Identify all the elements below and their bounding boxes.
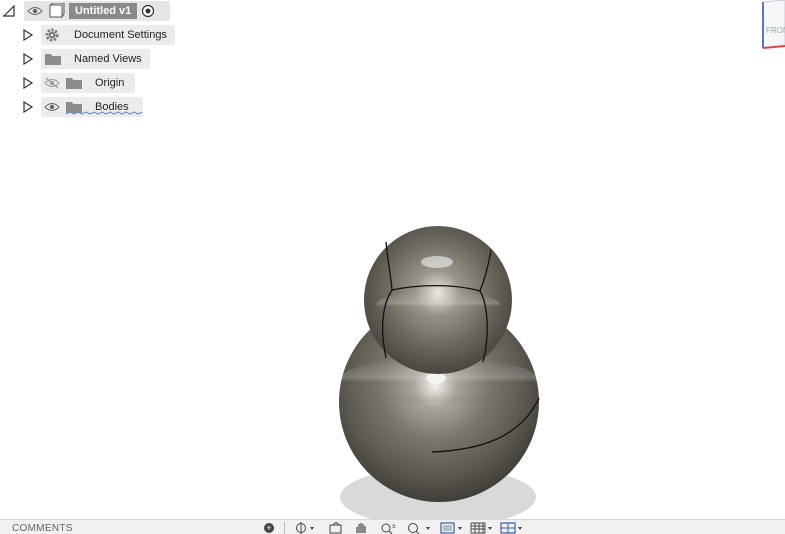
- expand-triangle-icon[interactable]: [22, 53, 34, 65]
- pan-icon[interactable]: [354, 521, 370, 534]
- toolbar-divider: [284, 522, 285, 534]
- viewcube-face-label: FRONT: [766, 26, 785, 35]
- selection-underline-icon: [66, 111, 143, 115]
- document-icon: [47, 3, 65, 19]
- viewcube[interactable]: FRONT: [757, 0, 785, 50]
- viewports-icon[interactable]: [500, 521, 526, 534]
- document-title[interactable]: Untitled v1: [69, 3, 138, 19]
- svg-text:±: ±: [392, 523, 396, 530]
- expand-triangle-icon[interactable]: [22, 77, 34, 89]
- comments-label: COMMENTS: [12, 523, 73, 534]
- eye-hidden-icon[interactable]: [44, 77, 60, 89]
- display-settings-icon[interactable]: [440, 521, 466, 534]
- browser-item-label: Named Views: [74, 53, 142, 65]
- eye-icon[interactable]: [27, 5, 43, 17]
- add-comment-button[interactable]: +: [264, 523, 274, 533]
- body-upper-sphere[interactable]: [364, 226, 512, 374]
- browser-item-label: Origin: [95, 77, 125, 89]
- expand-triangle-icon[interactable]: [22, 29, 34, 41]
- collapse-triangle-icon[interactable]: [3, 5, 15, 17]
- expand-triangle-icon[interactable]: [22, 101, 34, 113]
- browser-item-label: Document Settings: [74, 29, 167, 41]
- folder-icon: [65, 76, 83, 90]
- grid-icon[interactable]: [470, 521, 496, 534]
- folder-icon: [44, 52, 62, 66]
- eye-icon[interactable]: [44, 101, 60, 113]
- fit-icon[interactable]: [406, 521, 434, 534]
- zoom-icon[interactable]: ±: [380, 521, 398, 534]
- look-at-icon[interactable]: [328, 521, 344, 534]
- activate-radio-icon[interactable]: [141, 4, 155, 18]
- orbit-icon[interactable]: [294, 521, 316, 534]
- gear-icon: [44, 27, 60, 43]
- bottom-toolbar: COMMENTS + ±: [0, 519, 785, 534]
